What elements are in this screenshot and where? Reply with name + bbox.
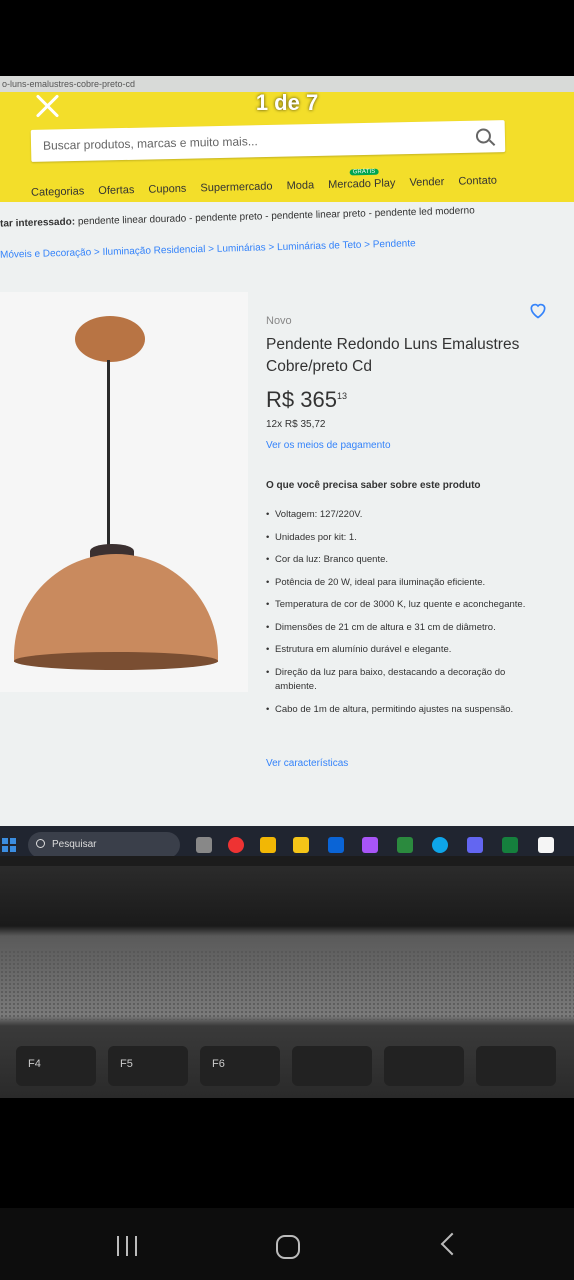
search-placeholder: Buscar produtos, marcas e muito mais... bbox=[42, 134, 258, 153]
favorite-heart-icon[interactable] bbox=[528, 300, 548, 320]
android-nav-bar bbox=[0, 1208, 574, 1280]
search-input[interactable]: Buscar produtos, marcas e muito mais... bbox=[30, 120, 506, 162]
key bbox=[384, 1046, 464, 1086]
search-icon bbox=[36, 839, 45, 848]
taskbar-search-label: Pesquisar bbox=[52, 839, 97, 850]
condition-label: Novo bbox=[266, 315, 292, 327]
feature-item: Unidades por kit: 1. bbox=[266, 531, 546, 546]
nav-mercado-play-label: Mercado Play bbox=[328, 177, 396, 192]
feature-item: Voltagem: 127/220V. bbox=[266, 508, 546, 523]
key-f6: F6 bbox=[200, 1046, 280, 1086]
category-nav: Categorias Ofertas Cupons Supermercado M… bbox=[31, 168, 551, 199]
key-label: F5 bbox=[120, 1058, 133, 1070]
feature-list: Voltagem: 127/220V. Unidades por kit: 1.… bbox=[266, 508, 546, 725]
image-counter: 1 de 7 bbox=[255, 90, 319, 115]
related-items[interactable]: pendente linear dourado - pendente preto… bbox=[78, 205, 475, 227]
outlook-icon[interactable] bbox=[328, 837, 344, 853]
lamp-rim bbox=[14, 652, 218, 670]
breadcrumb: Móveis e Decoração > Iluminação Residenc… bbox=[0, 238, 416, 261]
app-icon[interactable] bbox=[467, 837, 483, 853]
breadcrumb-item[interactable]: Iluminação Residencial bbox=[102, 244, 205, 258]
speaker-grille bbox=[0, 950, 574, 1020]
feature-item: Estrutura em alumínio durável e elegante… bbox=[266, 643, 546, 658]
back-icon[interactable] bbox=[440, 1232, 464, 1256]
laptop-screen: o-luns-emalustres-cobre-preto-cd Buscar … bbox=[0, 76, 574, 856]
payment-methods-link[interactable]: Ver os meios de pagamento bbox=[266, 440, 391, 451]
edge-icon[interactable] bbox=[432, 837, 448, 853]
lamp-canopy bbox=[75, 316, 145, 362]
installments: 12x R$ 35,72 bbox=[266, 419, 326, 430]
feature-item: Dimensões de 21 cm de altura e 31 cm de … bbox=[266, 621, 546, 636]
key-f5: F5 bbox=[108, 1046, 188, 1086]
feature-item: Direção da luz para baixo, destacando a … bbox=[266, 666, 546, 695]
windows-start-icon[interactable] bbox=[2, 838, 16, 852]
breadcrumb-item[interactable]: Móveis e Decoração bbox=[0, 247, 91, 261]
excel-icon[interactable] bbox=[502, 837, 518, 853]
widgets-icon[interactable] bbox=[260, 837, 276, 853]
related-label: tar interessado: bbox=[0, 216, 76, 230]
nav-vender[interactable]: Vender bbox=[409, 176, 444, 189]
free-badge: GRÁTIS bbox=[349, 168, 379, 176]
nav-contato[interactable]: Contato bbox=[458, 175, 497, 188]
file-explorer-icon[interactable] bbox=[293, 837, 309, 853]
home-icon[interactable] bbox=[276, 1235, 300, 1259]
nav-ofertas[interactable]: Ofertas bbox=[98, 184, 134, 197]
windows-taskbar: Pesquisar bbox=[0, 826, 574, 856]
copilot-icon[interactable] bbox=[362, 837, 378, 853]
feature-item: Temperatura de cor de 3000 K, luz quente… bbox=[266, 598, 546, 613]
price-main: R$ 365 bbox=[266, 387, 337, 412]
taskbar-search[interactable]: Pesquisar bbox=[28, 832, 180, 856]
feature-item: Cor da luz: Branco quente. bbox=[266, 553, 546, 568]
feature-item: Potência de 20 W, ideal para iluminação … bbox=[266, 576, 546, 591]
info-heading: O que você precisa saber sobre este prod… bbox=[266, 480, 481, 491]
breadcrumb-item[interactable]: Luminárias bbox=[217, 242, 266, 254]
related-searches: tar interessado: pendente linear dourado… bbox=[0, 205, 475, 229]
features-link[interactable]: Ver características bbox=[266, 758, 348, 769]
photo: o-luns-emalustres-cobre-preto-cd Buscar … bbox=[0, 76, 574, 1098]
breadcrumb-item[interactable]: Luminárias de Teto bbox=[277, 240, 362, 253]
chrome-icon[interactable] bbox=[228, 837, 244, 853]
key-label: F6 bbox=[212, 1058, 225, 1070]
store-icon[interactable] bbox=[397, 837, 413, 853]
task-view-icon[interactable] bbox=[196, 837, 212, 853]
key-label: F4 bbox=[28, 1058, 41, 1070]
price-cents: 13 bbox=[336, 391, 347, 401]
laptop-body: F4 F5 F6 bbox=[0, 866, 574, 1098]
nav-mercado-play[interactable]: GRÁTIS Mercado Play bbox=[328, 168, 396, 192]
nav-categorias[interactable]: Categorias bbox=[31, 185, 84, 198]
product-title: Pendente Redondo Luns Emalustres Cobre/p… bbox=[266, 336, 520, 375]
breadcrumb-item[interactable]: Pendente bbox=[373, 238, 416, 250]
search-icon[interactable] bbox=[475, 128, 492, 144]
recents-icon[interactable] bbox=[117, 1236, 139, 1256]
key-f4: F4 bbox=[16, 1046, 96, 1086]
price: R$ 36513 bbox=[266, 387, 347, 413]
key bbox=[292, 1046, 372, 1086]
key bbox=[476, 1046, 556, 1086]
nav-cupons[interactable]: Cupons bbox=[148, 183, 186, 196]
nav-moda[interactable]: Moda bbox=[286, 179, 314, 192]
nav-supermercado[interactable]: Supermercado bbox=[200, 180, 272, 194]
feature-item: Cabo de 1m de altura, permitindo ajustes… bbox=[266, 703, 546, 718]
app-icon[interactable] bbox=[538, 837, 554, 853]
